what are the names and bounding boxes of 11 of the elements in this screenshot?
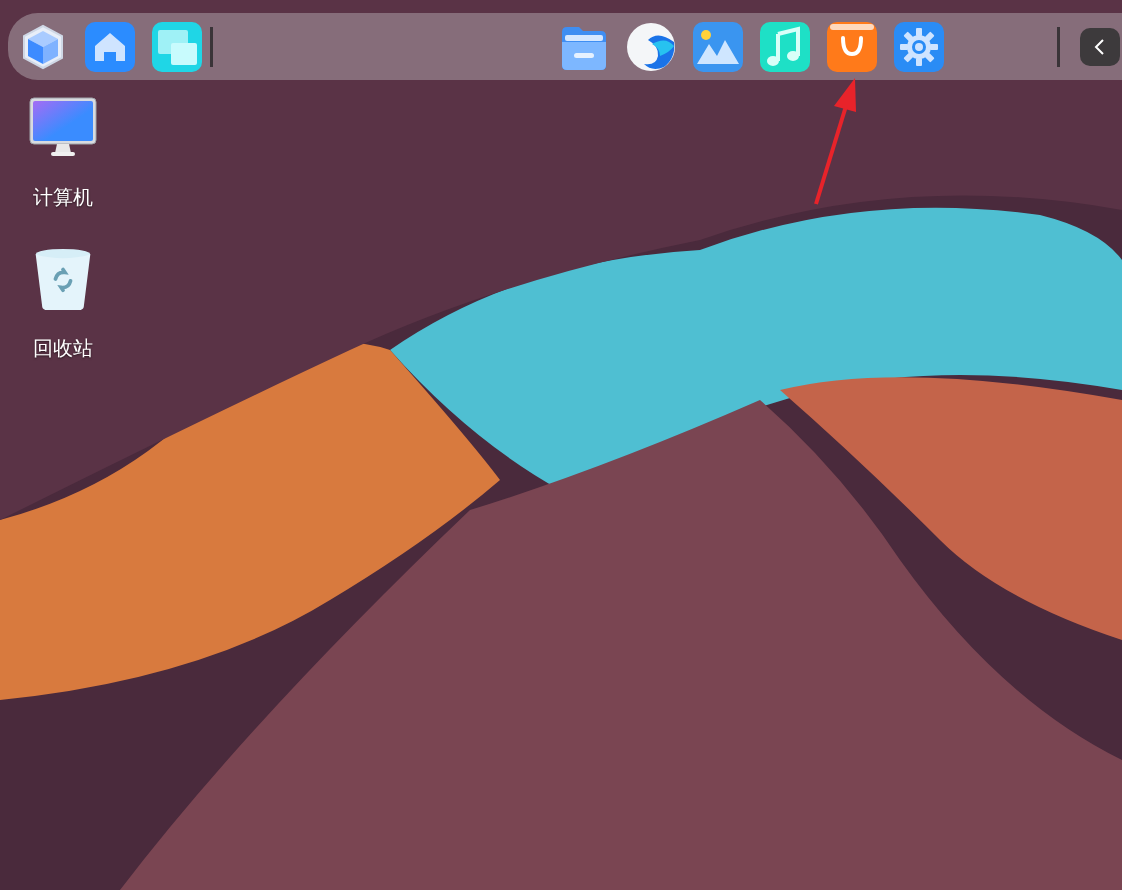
music-note-icon[interactable] xyxy=(759,21,810,72)
browser-icon[interactable] xyxy=(625,21,676,72)
settings-icon[interactable] xyxy=(893,21,944,72)
home-icon[interactable] xyxy=(85,21,135,72)
shopping-bag-icon[interactable] xyxy=(826,21,877,72)
desktop-icon-label[interactable]: 计算机 xyxy=(33,184,93,211)
windows-icon[interactable] xyxy=(152,21,202,72)
collapse-button[interactable] xyxy=(1080,27,1120,66)
chevron-left-icon xyxy=(1093,37,1107,56)
desktop-icon-label[interactable]: 回收站 xyxy=(33,335,93,362)
photos-icon[interactable] xyxy=(692,21,743,72)
